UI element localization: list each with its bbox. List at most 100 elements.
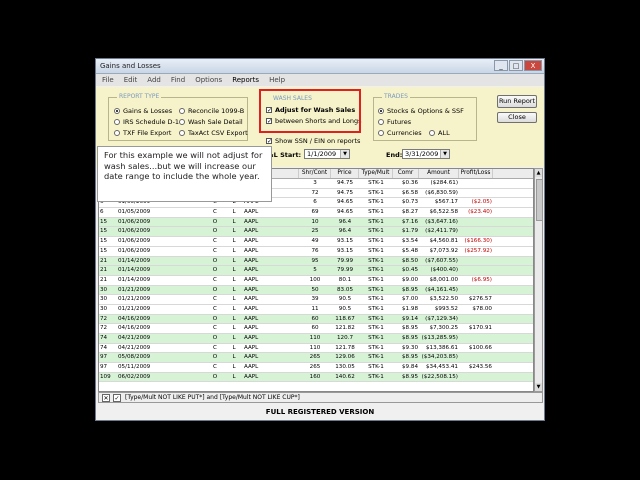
table-cell: STK-1 xyxy=(368,325,384,332)
table-cell: STK-1 xyxy=(368,344,384,351)
table-cell: $3.54 xyxy=(401,238,418,245)
table-row[interactable]: 15 01/06/2009 O L AAPL 10 96.4 STK-1 $7.16 ($3,64… xyxy=(99,217,533,228)
table-cell xyxy=(459,218,493,227)
scroll-down-icon[interactable]: ▼ xyxy=(535,383,542,391)
report-schedule-d1[interactable]: IRS Schedule D-1 xyxy=(114,118,179,126)
table-row[interactable]: 74 04/21/2009 C L AAPL 110 121.78 STK-1 $9.30 $13… xyxy=(99,344,533,354)
column-header[interactable]: Type/Mult xyxy=(359,169,393,178)
table-row[interactable]: 97 05/08/2009 O L AAPL 265 129.06 STK-1 $8.95 ($3… xyxy=(99,353,533,364)
close-window-button[interactable]: X xyxy=(524,60,542,71)
table-cell: $8.95 xyxy=(401,335,418,341)
table-cell xyxy=(175,247,205,256)
report-taxact-csv[interactable]: TaxAct CSV Export xyxy=(179,129,248,137)
radio-icon[interactable] xyxy=(179,108,185,114)
table-cell xyxy=(459,179,493,188)
table-row[interactable]: 21 01/14/2009 C L AAPL 100 80.1 STK-1 $9.00 $8,00… xyxy=(99,276,533,286)
table-row[interactable]: 109 06/02/2009 O L AAPL 160 140.62 STK-1 $8.95 ($… xyxy=(99,372,533,383)
menu-add[interactable]: Add xyxy=(147,74,161,86)
clear-filter-icon[interactable]: ✕ xyxy=(102,394,110,402)
radio-icon[interactable] xyxy=(179,130,185,136)
run-report-button[interactable]: Run Report xyxy=(497,95,537,108)
dropdown-arrow-icon[interactable]: ▼ xyxy=(340,150,349,158)
table-cell: STK-1 xyxy=(368,296,384,303)
scroll-thumb[interactable] xyxy=(536,179,543,221)
table-cell: AAPL xyxy=(244,276,259,283)
table-row[interactable]: 30 01/21/2009 C L AAPL 39 90.5 STK-1 $7.00 $3,522… xyxy=(99,295,533,305)
table-row[interactable]: 15 01/06/2009 C L AAPL 76 93.15 STK-1 $5.48 $7,07… xyxy=(99,247,533,257)
radio-icon[interactable] xyxy=(179,119,185,125)
trades-currencies[interactable]: Currencies xyxy=(378,129,422,137)
trades-all[interactable]: ALL xyxy=(429,129,450,137)
table-cell: 94.65 xyxy=(336,199,353,206)
menu-options[interactable]: Options xyxy=(195,74,222,86)
table-cell: L xyxy=(232,286,236,293)
end-date-picker[interactable]: 3/31/2009 ▼ xyxy=(402,149,450,159)
minimize-button[interactable]: _ xyxy=(494,60,508,71)
menu-reports[interactable]: Reports xyxy=(232,74,259,86)
radio-icon[interactable] xyxy=(378,119,384,125)
report-gains-losses[interactable]: Gains & Losses xyxy=(114,107,172,115)
column-header[interactable]: Amount xyxy=(419,169,459,178)
table-row[interactable]: 21 01/14/2009 O L AAPL 5 79.99 STK-1 $0.45 ($400.… xyxy=(99,266,533,276)
report-wash-sale-detail[interactable]: Wash Sale Detail xyxy=(179,118,243,126)
table-cell xyxy=(175,324,205,333)
trades-stocks-options[interactable]: Stocks & Options & SSF xyxy=(378,107,464,115)
maximize-button[interactable]: □ xyxy=(509,60,523,71)
table-cell xyxy=(459,189,493,198)
table-row[interactable]: 21 01/14/2009 O L AAPL 95 79.99 STK-1 $8.50 ($7,6… xyxy=(99,256,533,267)
report-txf-export[interactable]: TXF File Export xyxy=(114,129,171,137)
title-bar[interactable]: Gains and Losses _ □ X xyxy=(96,59,544,74)
menu-edit[interactable]: Edit xyxy=(124,74,138,86)
table-cell xyxy=(175,315,205,324)
table-row[interactable]: 74 04/21/2009 O L AAPL 110 120.7 STK-1 $8.95 ($13… xyxy=(99,334,533,344)
end-date-label: End: xyxy=(386,151,403,159)
table-cell: 118.67 xyxy=(335,315,355,322)
dropdown-arrow-icon[interactable]: ▼ xyxy=(440,150,449,158)
show-ssn-checkbox[interactable]: ✓ Show SSN / EIN on reports xyxy=(266,137,360,145)
table-cell: 140.62 xyxy=(335,373,355,380)
trades-futures[interactable]: Futures xyxy=(378,118,411,126)
menu-file[interactable]: File xyxy=(102,74,114,86)
checkmark-icon[interactable]: ✓ xyxy=(266,138,272,145)
menu-find[interactable]: Find xyxy=(171,74,185,86)
column-header[interactable]: Price xyxy=(331,169,359,178)
table-cell: STK-1 xyxy=(368,354,384,361)
scroll-up-icon[interactable]: ▲ xyxy=(535,169,542,177)
table-row[interactable]: 15 01/06/2009 C L AAPL 49 93.15 STK-1 $3.54 $4,56… xyxy=(99,237,533,247)
table-cell: $6.58 xyxy=(401,189,418,196)
table-cell: $0.36 xyxy=(401,180,418,186)
table-cell: 01/14/2009 xyxy=(118,267,151,274)
radio-icon[interactable] xyxy=(114,130,120,136)
menu-help[interactable]: Help xyxy=(269,74,285,86)
start-date-picker[interactable]: 1/1/2009 ▼ xyxy=(304,149,350,159)
table-cell: L xyxy=(232,218,236,225)
report-reconcile-1099b[interactable]: Reconcile 1099-B xyxy=(179,107,244,115)
table-row[interactable]: 72 04/16/2009 C L AAPL 60 121.82 STK-1 $8.95 $7,3… xyxy=(99,324,533,334)
menu-bar: File Edit Add Find Options Reports Help xyxy=(96,74,544,86)
radio-selected-icon[interactable] xyxy=(378,108,384,114)
table-cell: 01/06/2009 xyxy=(118,238,151,245)
table-cell: 93.15 xyxy=(336,238,353,245)
table-cell: AAPL xyxy=(244,315,259,322)
table-row[interactable]: 30 01/21/2009 O L AAPL 50 83.05 STK-1 $8.95 ($4,1… xyxy=(99,285,533,296)
column-header[interactable]: Profit/Loss xyxy=(459,169,493,178)
table-cell xyxy=(175,257,205,266)
radio-icon[interactable] xyxy=(114,119,120,125)
table-row[interactable]: 97 05/11/2009 C L AAPL 265 130.05 STK-1 $9.84 $34… xyxy=(99,363,533,373)
table-cell: 129.06 xyxy=(335,354,355,361)
column-header[interactable]: Comr xyxy=(393,169,419,178)
table-row[interactable]: 30 01/21/2009 C L AAPL 11 90.5 STK-1 $1.98 $993.5… xyxy=(99,305,533,315)
radio-icon[interactable] xyxy=(429,130,435,136)
close-button[interactable]: Close xyxy=(497,112,537,123)
filter-enabled-checkbox[interactable]: ✓ xyxy=(113,394,121,402)
table-cell: $4,560.81 xyxy=(429,238,458,245)
table-cell: $100.66 xyxy=(468,344,492,351)
vertical-scrollbar[interactable]: ▲ ▼ xyxy=(534,168,543,392)
table-row[interactable]: 15 01/06/2009 O L AAPL 25 96.4 STK-1 $1.79 ($2,41… xyxy=(99,227,533,238)
radio-selected-icon[interactable] xyxy=(114,108,120,114)
table-cell: 21 xyxy=(100,276,108,283)
radio-icon[interactable] xyxy=(378,130,384,136)
column-header[interactable]: Shr/Cont xyxy=(299,169,331,178)
table-row[interactable]: 72 04/16/2009 O L AAPL 60 118.67 STK-1 $9.14 ($7,… xyxy=(99,314,533,325)
table-row[interactable]: 6 01/05/2009 C L AAPL 69 94.65 STK-1 $8.27 $6,522… xyxy=(99,208,533,218)
